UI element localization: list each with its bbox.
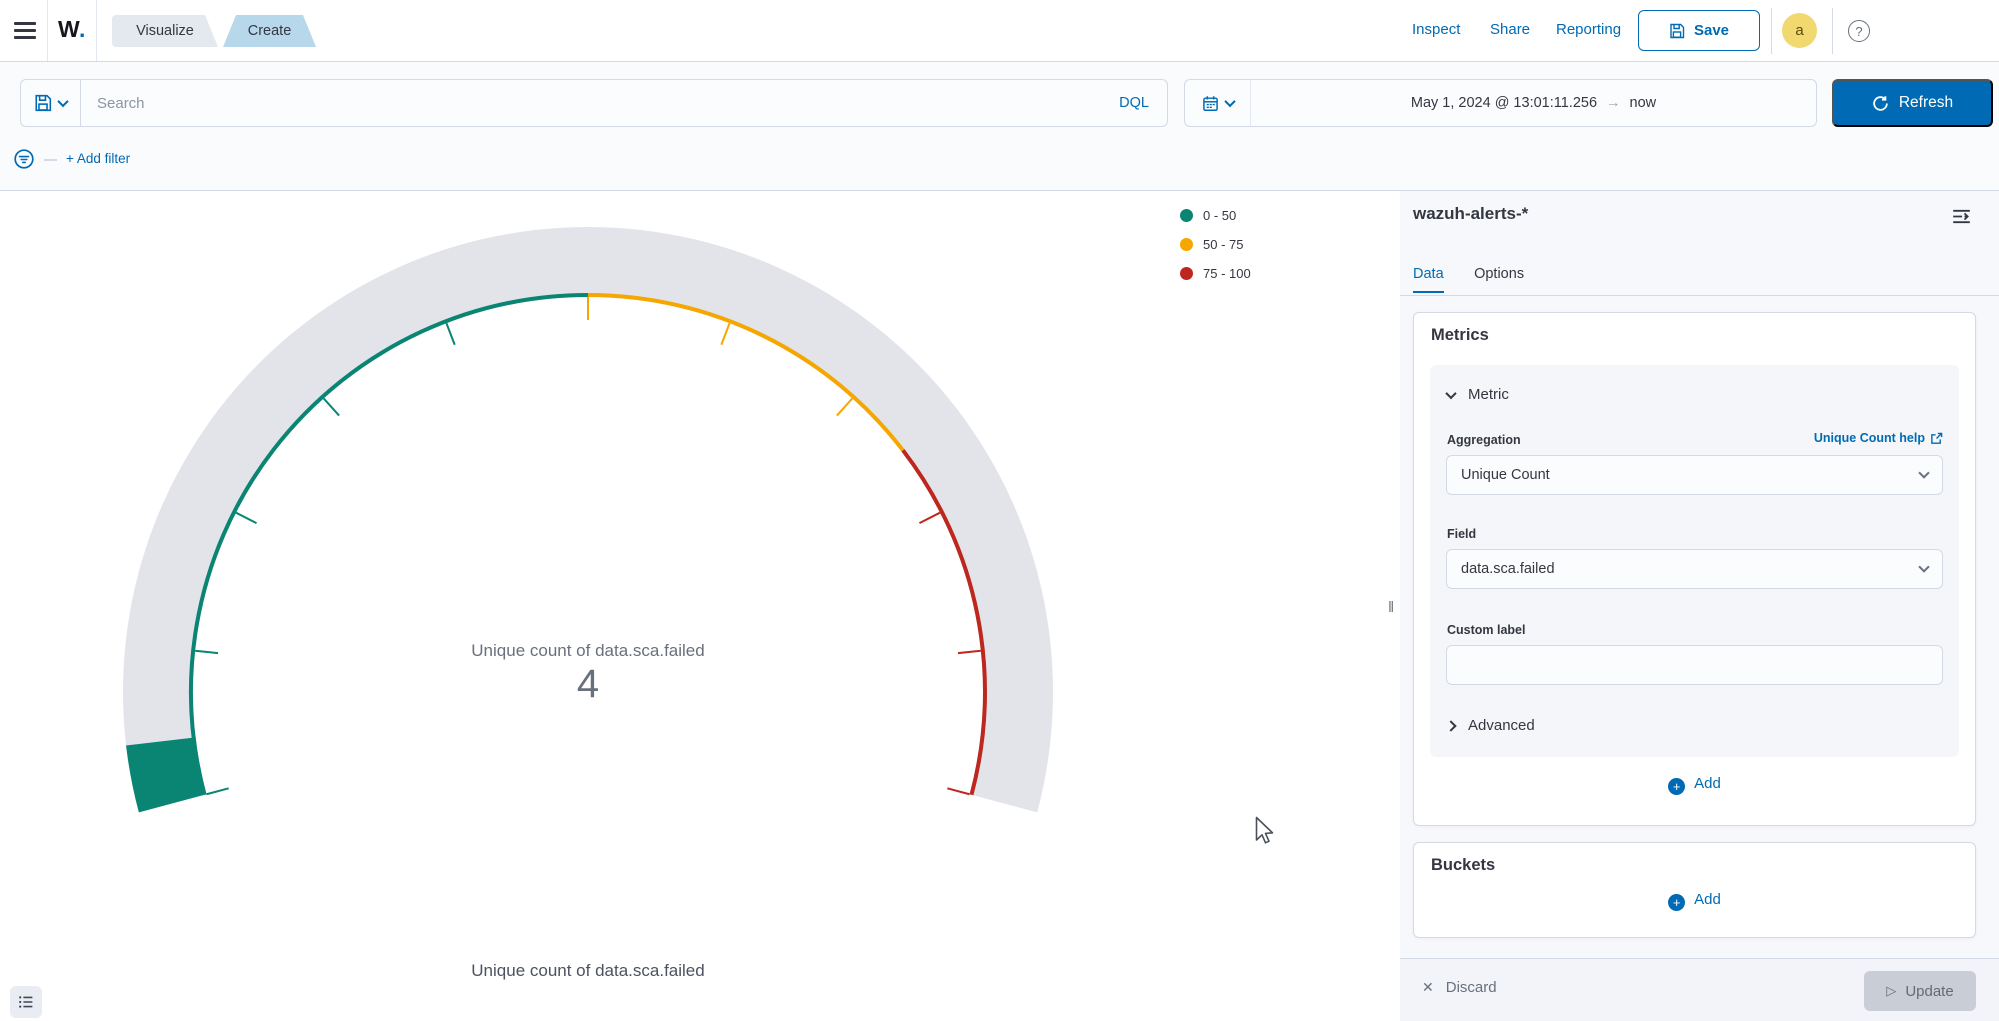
reporting-link[interactable]: Reporting [1556, 21, 1621, 38]
list-icon [18, 994, 34, 1010]
breadcrumb-visualize[interactable]: Visualize [112, 15, 218, 47]
chevron-down-icon [57, 96, 68, 107]
visualization-canvas: Unique count of data.sca.failed 4 Unique… [0, 191, 1384, 1021]
tab-options[interactable]: Options [1474, 266, 1524, 291]
header-divider [1771, 8, 1772, 54]
external-link-icon [1930, 432, 1943, 445]
add-filter-button[interactable]: + Add filter [66, 151, 130, 166]
header-divider [1832, 8, 1833, 54]
header-divider [47, 0, 48, 61]
save-floppy-icon [1669, 23, 1685, 39]
chevron-down-icon [1445, 387, 1456, 398]
metric-accordion-toggle[interactable]: Metric [1447, 386, 1509, 403]
refresh-button[interactable]: Refresh [1832, 79, 1993, 127]
discard-button[interactable]: Discard [1422, 979, 1497, 996]
search-input[interactable] [81, 95, 1101, 112]
legend-item[interactable]: 75 - 100 [1180, 266, 1251, 281]
chevron-down-icon [1918, 467, 1929, 478]
gauge-center-value: 4 [288, 662, 888, 707]
editor-tabs: Data Options [1400, 265, 1999, 296]
gauge-legend: 0 - 50 50 - 75 75 - 100 [1180, 208, 1251, 295]
header-divider [96, 0, 97, 61]
field-label: Field [1447, 527, 1476, 541]
index-pattern-title: wazuh-alerts-* [1413, 204, 1528, 224]
inspector-toggle-button[interactable] [10, 986, 42, 1018]
aggregation-label: Aggregation [1447, 433, 1521, 447]
aggregation-help-link[interactable]: Unique Count help [1814, 431, 1943, 445]
gauge-center-label: Unique count of data.sca.failed [288, 641, 888, 661]
wazuh-logo[interactable]: W. [58, 16, 86, 43]
query-filter-area: DQL May 1, 2024 @ 13:01:11.256 → now Refre… [0, 62, 1999, 191]
legend-dot-icon [1180, 267, 1193, 280]
menu-icon[interactable] [14, 22, 36, 40]
collapse-sidebar-icon[interactable] [1952, 207, 1971, 231]
legend-label: 75 - 100 [1203, 266, 1251, 281]
editor-footer-bar: Discard Update [1400, 958, 1999, 1021]
advanced-accordion-toggle[interactable]: Advanced [1447, 717, 1535, 734]
legend-label: 50 - 75 [1203, 237, 1243, 252]
add-metric-button[interactable]: Add [1414, 775, 1975, 795]
chevron-right-icon [1445, 720, 1456, 731]
date-picker: May 1, 2024 @ 13:01:11.256 → now [1184, 79, 1817, 127]
filter-options-icon[interactable] [13, 148, 35, 175]
visualization-editor-sidebar: wazuh-alerts-* Data Options Metrics Metr… [1400, 191, 1999, 1021]
date-range-end[interactable]: now [1630, 95, 1657, 111]
custom-label-input[interactable] [1461, 657, 1928, 673]
custom-label-input-wrapper [1446, 645, 1943, 685]
filter-bar-divider [44, 159, 57, 161]
chevron-down-icon [1918, 561, 1929, 572]
date-range-start[interactable]: May 1, 2024 @ 13:01:11.256 [1411, 95, 1597, 111]
legend-item[interactable]: 50 - 75 [1180, 237, 1251, 252]
share-link[interactable]: Share [1490, 21, 1530, 38]
query-language-selector[interactable]: DQL [1101, 95, 1167, 111]
panel-resizer-handle[interactable] [1384, 191, 1400, 1021]
top-navigation-bar: W. Visualize Create Inspect Share Report… [0, 0, 1999, 62]
aggregation-select[interactable]: Unique Count [1446, 455, 1943, 495]
plus-circle-icon [1668, 778, 1685, 795]
field-select[interactable]: data.sca.failed [1446, 549, 1943, 589]
plus-circle-icon [1668, 894, 1685, 911]
date-range-arrow: → [1606, 95, 1621, 111]
saved-query-menu-button[interactable] [21, 80, 81, 126]
legend-dot-icon [1180, 238, 1193, 251]
date-quick-select-button[interactable] [1185, 80, 1251, 126]
metric-aggregation-box: Metric Aggregation Unique Count help Uni… [1430, 365, 1959, 757]
saved-query-floppy-icon [34, 94, 52, 112]
buckets-panel: Buckets Add [1413, 842, 1976, 938]
save-button[interactable]: Save [1638, 10, 1760, 51]
help-icon[interactable] [1848, 20, 1870, 42]
inspect-link[interactable]: Inspect [1412, 21, 1460, 38]
calendar-icon [1202, 95, 1219, 112]
chevron-down-icon [1224, 96, 1235, 107]
update-button[interactable]: Update [1864, 971, 1976, 1011]
date-range-display[interactable]: May 1, 2024 @ 13:01:11.256 → now [1251, 95, 1816, 111]
legend-item[interactable]: 0 - 50 [1180, 208, 1251, 223]
legend-label: 0 - 50 [1203, 208, 1236, 223]
breadcrumb-create[interactable]: Create [223, 15, 316, 47]
custom-label-label: Custom label [1447, 623, 1526, 637]
gauge-axis-label: Unique count of data.sca.failed [288, 961, 888, 981]
tab-data[interactable]: Data [1413, 266, 1444, 293]
metrics-panel: Metrics Metric Aggregation Unique Count … [1413, 312, 1976, 826]
avatar[interactable]: a [1782, 13, 1817, 48]
buckets-title: Buckets [1431, 856, 1495, 875]
legend-dot-icon [1180, 209, 1193, 222]
search-bar: DQL [20, 79, 1168, 127]
add-bucket-button[interactable]: Add [1414, 891, 1975, 911]
gauge-chart [0, 191, 1390, 1021]
refresh-icon [1872, 95, 1889, 112]
metrics-title: Metrics [1431, 326, 1489, 345]
